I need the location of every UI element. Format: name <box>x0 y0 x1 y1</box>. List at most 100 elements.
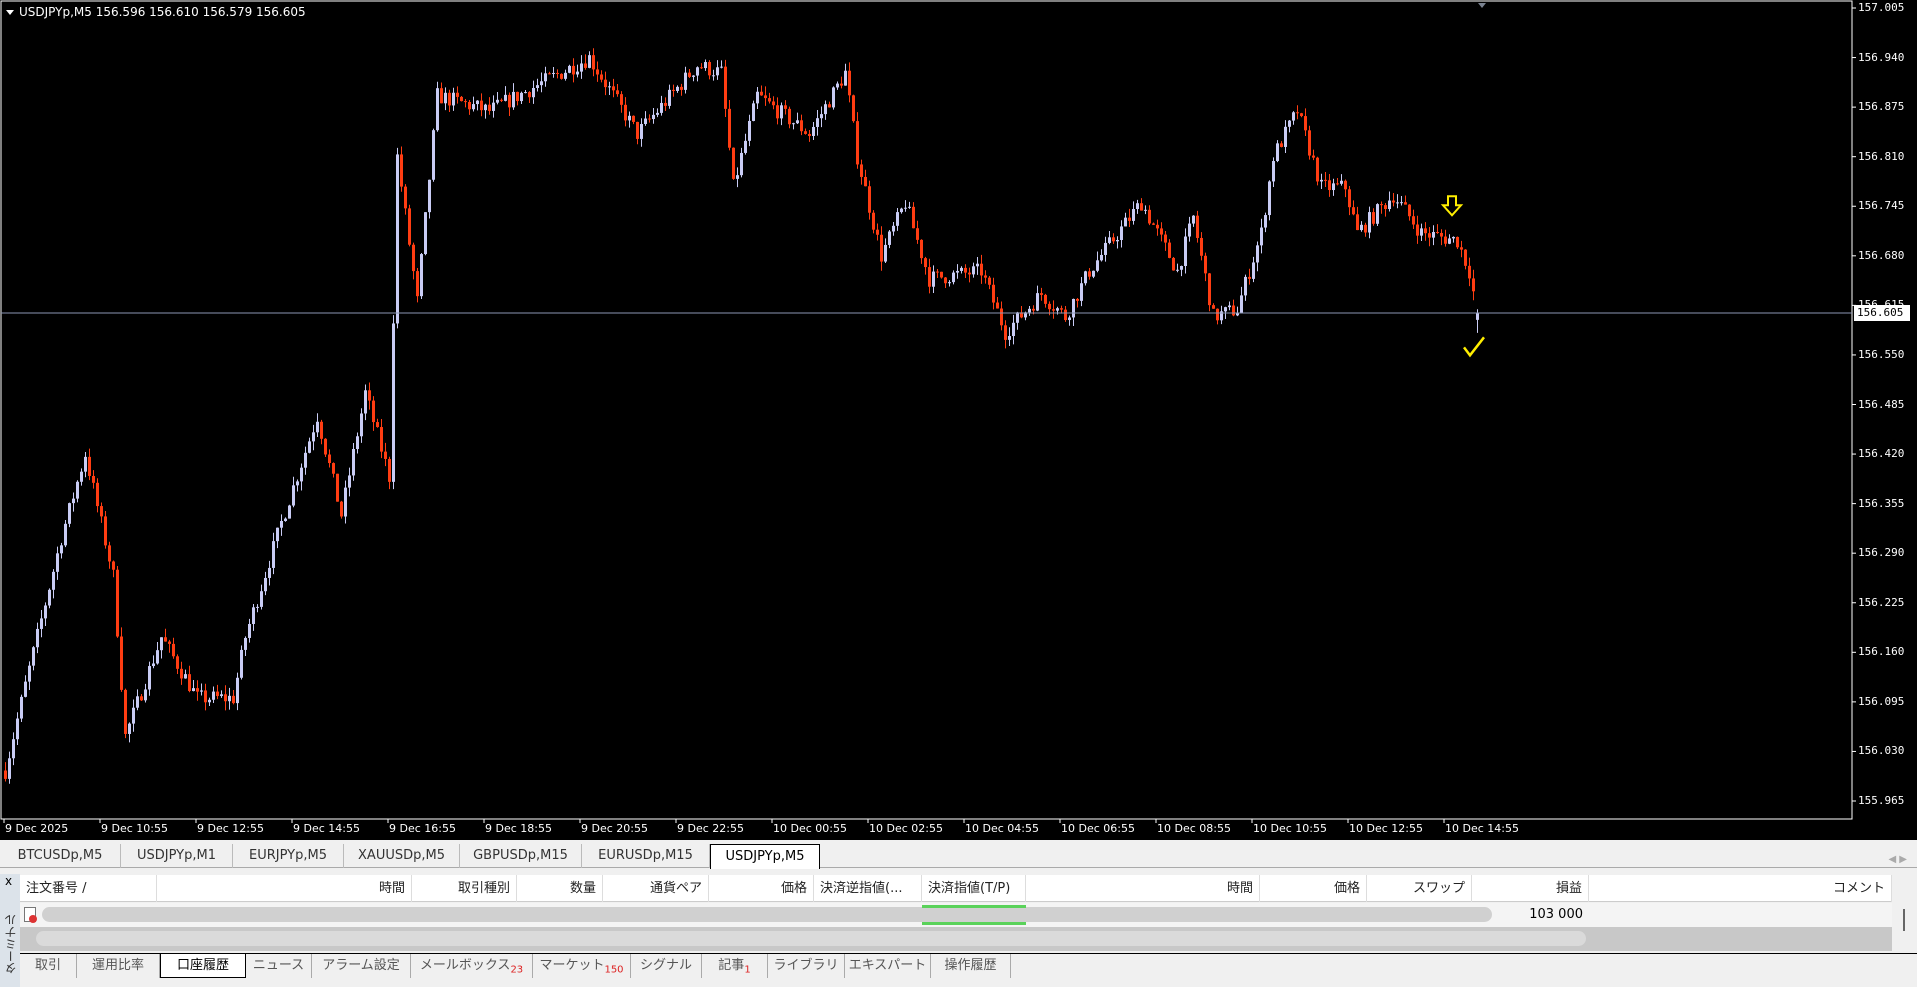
price-chart[interactable]: USDJPYp,M5 156.596 156.610 156.579 156.6… <box>0 0 1917 840</box>
chart-tab[interactable]: XAUUSDp,M5 <box>344 844 460 868</box>
chart-tab[interactable]: GBPUSDp,M15 <box>460 844 582 868</box>
candle-body <box>1276 143 1279 162</box>
y-tick-label: 157.005 <box>1858 1 1905 14</box>
candle-body <box>248 623 251 638</box>
candle-body <box>496 99 499 103</box>
y-tick-label: 156.095 <box>1858 694 1905 708</box>
col-price[interactable]: 価格 <box>709 875 814 902</box>
x-tick-label: 10 Dec 12:55 <box>1349 822 1423 835</box>
tab-news[interactable]: ニュース <box>246 954 312 978</box>
candle-body <box>1472 278 1475 292</box>
tab-mailbox[interactable]: メールボックス23 <box>411 954 533 978</box>
col-close-time[interactable]: 時間 <box>1026 875 1260 902</box>
chart-canvas[interactable] <box>0 0 1917 840</box>
chart-tab[interactable]: USDJPYp,M1 <box>121 844 233 868</box>
col-type[interactable]: 取引種別 <box>412 875 517 902</box>
candle-body <box>532 87 535 98</box>
tab-journal[interactable]: 操作履歴 <box>931 954 1011 978</box>
candle-body <box>1028 308 1031 313</box>
y-tick-label: 156.355 <box>1858 496 1905 510</box>
terminal-sidebar: x ターミナル <box>0 874 20 987</box>
candle-body <box>252 607 255 624</box>
candle-body <box>1116 240 1119 242</box>
tab-account-history[interactable]: 口座履歴 <box>160 954 246 978</box>
candle-body <box>444 92 447 104</box>
candle-body <box>816 118 819 127</box>
col-volume[interactable]: 数量 <box>517 875 603 902</box>
candle-body <box>196 688 199 692</box>
candle-body <box>1184 236 1187 267</box>
candle-body <box>464 101 467 103</box>
chart-tab[interactable]: EURUSDp,M15 <box>582 844 710 868</box>
y-tick-label: 156.940 <box>1858 50 1905 64</box>
candle-body <box>144 689 147 701</box>
tab-market[interactable]: マーケット150 <box>533 954 631 978</box>
col-sl[interactable]: 決済逆指値(... <box>814 875 922 902</box>
col-profit[interactable]: 損益 <box>1472 875 1589 902</box>
tab-trade[interactable]: 取引 <box>20 954 77 978</box>
table-summary-row[interactable] <box>20 927 1892 951</box>
col-tp[interactable]: 決済指値(T/P) <box>922 875 1026 902</box>
candle-body <box>552 72 555 74</box>
col-order[interactable]: 注文番号 / <box>20 875 157 902</box>
candle-body <box>656 112 659 115</box>
chart-shift-marker-icon <box>1478 3 1486 8</box>
candle-body <box>1016 312 1019 323</box>
candle-body <box>48 589 51 606</box>
candle-body <box>1200 237 1203 256</box>
candle-body <box>332 463 335 474</box>
candle-body <box>1044 294 1047 304</box>
candle-body <box>636 121 639 139</box>
chart-tab-active[interactable]: USDJPYp,M5 <box>710 844 820 869</box>
tab-scroll-arrows-icon[interactable]: ◀ ▶ <box>1888 854 1907 865</box>
close-icon[interactable]: x <box>5 874 12 888</box>
candle-body <box>256 606 259 608</box>
y-tick-label: 156.485 <box>1858 397 1905 411</box>
tab-experts[interactable]: エキスパート <box>845 954 931 978</box>
table-row[interactable]: 103 000 <box>20 903 1892 927</box>
candle-body <box>1368 212 1371 233</box>
candle-body <box>236 677 239 704</box>
candle-body <box>140 696 143 701</box>
candle-body <box>1380 204 1383 206</box>
dropdown-triangle-icon[interactable] <box>6 10 14 15</box>
candle-body <box>300 467 303 482</box>
chart-tab[interactable]: BTCUSDp,M5 <box>0 844 121 868</box>
col-symbol[interactable]: 通貨ペア <box>603 875 709 902</box>
check-mark-icon <box>1463 336 1485 358</box>
y-tick-label: 156.160 <box>1858 645 1905 659</box>
candle-body <box>492 102 495 111</box>
candle-body <box>880 234 883 262</box>
candle-body <box>684 72 687 90</box>
candle-body <box>728 108 731 148</box>
candle-body <box>364 390 367 414</box>
col-time[interactable]: 時間 <box>157 875 412 902</box>
candle-body <box>832 87 835 108</box>
candle-body <box>148 666 151 690</box>
candle-body <box>1056 308 1059 311</box>
col-close-price[interactable]: 価格 <box>1260 875 1367 902</box>
col-comment[interactable]: コメント <box>1589 875 1892 902</box>
candle-body <box>936 271 939 273</box>
candle-body <box>184 674 187 679</box>
candle-body <box>1092 270 1095 277</box>
col-swap[interactable]: スワップ <box>1367 875 1472 902</box>
candle-body <box>356 436 359 450</box>
chart-tab[interactable]: EURJPYp,M5 <box>233 844 344 868</box>
candle-body <box>1084 271 1087 284</box>
x-tick-label: 10 Dec 14:55 <box>1445 822 1519 835</box>
candle-body <box>432 130 435 180</box>
candle-body <box>428 179 431 213</box>
tab-articles[interactable]: 記事1 <box>702 954 768 978</box>
candle-body <box>124 689 127 734</box>
tab-library[interactable]: ライブラリ <box>768 954 845 978</box>
tab-alerts[interactable]: アラーム設定 <box>312 954 411 978</box>
tab-signals[interactable]: シグナル <box>631 954 702 978</box>
redacted-content <box>42 907 1492 922</box>
candle-body <box>1300 113 1303 117</box>
candle-body <box>1304 116 1307 131</box>
tab-exposure[interactable]: 運用比率 <box>77 954 160 978</box>
candle-body <box>884 244 887 262</box>
vertical-scrollbar[interactable] <box>1892 875 1917 951</box>
scrollbar-thumb[interactable] <box>1903 909 1905 931</box>
